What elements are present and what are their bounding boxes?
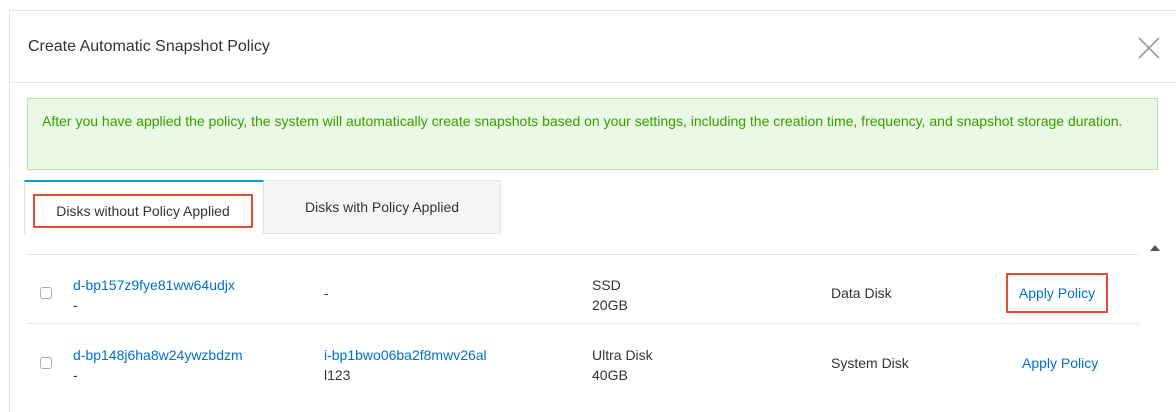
disk-role: Data Disk: [831, 285, 892, 301]
tab-label: Disks without Policy Applied: [56, 203, 230, 219]
row-checkbox[interactable]: [40, 287, 52, 299]
apply-policy-button[interactable]: Apply Policy: [1022, 353, 1098, 373]
apply-policy-button[interactable]: Apply Policy: [1006, 273, 1108, 313]
close-icon: [1138, 37, 1160, 59]
disk-id-link[interactable]: d-bp157z9fye81ww64udjx: [73, 275, 235, 295]
close-button[interactable]: [1134, 33, 1164, 63]
instance-id-link[interactable]: i-bp1bwo06ba2f8mwv26al: [324, 345, 487, 365]
tab-disks-without-policy[interactable]: Disks without Policy Applied: [24, 180, 264, 234]
type-cell: Ultra Disk 40GB: [592, 345, 653, 385]
type-cell: SSD 20GB: [592, 275, 628, 315]
disk-table: d-bp157z9fye81ww64udjx - - SSD 20GB Data…: [27, 234, 1139, 404]
tab-label: Disks with Policy Applied: [304, 199, 460, 215]
dialog-header: Create Automatic Snapshot Policy: [10, 11, 1176, 83]
instance-cell: -: [324, 285, 329, 301]
table-row: d-bp157z9fye81ww64udjx - - SSD 20GB Data…: [27, 254, 1139, 324]
disk-tabs: Disks without Policy Applied Disks with …: [24, 180, 1164, 234]
table-header: [27, 234, 1139, 255]
disk-sub: -: [73, 367, 78, 383]
disk-id-link[interactable]: d-bp148j6ha8w24ywzbdzm: [73, 345, 243, 365]
tab-label-highlight: Disks without Policy Applied: [33, 194, 253, 228]
disk-size: 20GB: [592, 297, 628, 313]
disk-cell: d-bp157z9fye81ww64udjx -: [73, 275, 235, 315]
disk-sub: -: [73, 297, 78, 313]
disk-type: Ultra Disk: [592, 347, 653, 363]
disk-role: System Disk: [831, 355, 909, 371]
row-checkbox[interactable]: [40, 357, 52, 369]
dialog-title: Create Automatic Snapshot Policy: [28, 38, 270, 55]
disk-cell: d-bp148j6ha8w24ywzbdzm -: [73, 345, 243, 385]
scroll-up-icon[interactable]: [1150, 245, 1160, 251]
instance-cell: i-bp1bwo06ba2f8mwv26al l123: [324, 345, 487, 385]
disk-size: 40GB: [592, 367, 628, 383]
policy-notice: After you have applied the policy, the s…: [27, 98, 1158, 170]
disk-type: SSD: [592, 277, 621, 293]
table-row: d-bp148j6ha8w24ywzbdzm - i-bp1bwo06ba2f8…: [27, 324, 1139, 404]
tab-disks-with-policy[interactable]: Disks with Policy Applied: [264, 180, 501, 234]
instance-sub: l123: [324, 367, 351, 383]
